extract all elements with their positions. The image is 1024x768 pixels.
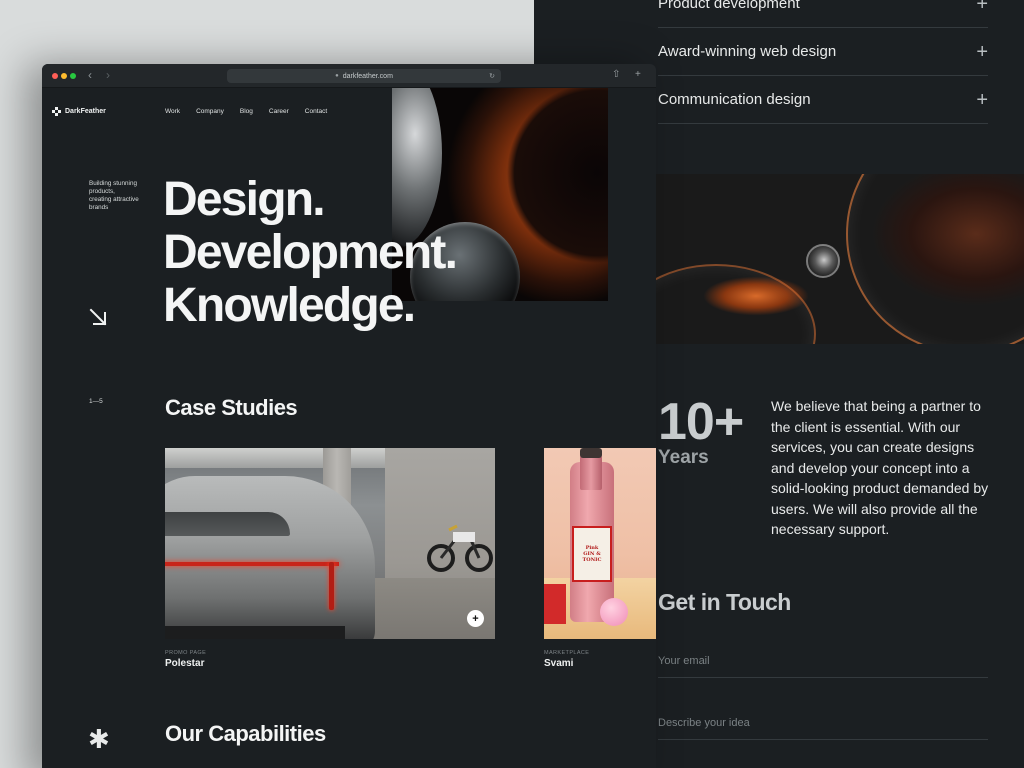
- card-title-svami[interactable]: Svami: [544, 658, 573, 669]
- polestar-card-image[interactable]: +: [165, 448, 495, 639]
- nav-item-work[interactable]: Work: [165, 108, 180, 115]
- reload-icon[interactable]: ↻: [489, 72, 495, 80]
- capabilities-title: Our Capabilities: [165, 721, 326, 746]
- close-window-dot[interactable]: [52, 73, 58, 79]
- brand-name: DarkFeather: [65, 108, 106, 115]
- card-title-polestar[interactable]: Polestar: [165, 658, 204, 669]
- svami-card-image[interactable]: Pink GIN & TONIC: [544, 448, 656, 639]
- about-paragraph: We believe that being a partner to the c…: [771, 398, 989, 537]
- accordion-item-web-design[interactable]: Award-winning web design +: [658, 28, 988, 76]
- accordion-label: Product development: [658, 0, 800, 12]
- new-tab-icon[interactable]: +: [635, 69, 641, 80]
- idea-input[interactable]: [658, 717, 988, 729]
- nav-item-career[interactable]: Career: [269, 108, 289, 115]
- lock-icon: ●: [335, 73, 339, 79]
- browser-window: ‹ › ● darkfeather.com ↻ ⇧ + DarkFeather …: [42, 64, 656, 768]
- share-icon[interactable]: ⇧: [612, 69, 620, 80]
- plus-icon[interactable]: +: [976, 0, 988, 14]
- email-field[interactable]: [658, 638, 988, 678]
- nav-item-company[interactable]: Company: [196, 108, 224, 115]
- bottle-label: Pink GIN & TONIC: [572, 526, 612, 582]
- abstract-bubbles-image: [656, 174, 1024, 344]
- hero-headline: Design. Development. Knowledge.: [163, 173, 458, 332]
- headline-line-knowledge: Knowledge.: [163, 279, 416, 332]
- zoom-window-dot[interactable]: [70, 73, 76, 79]
- case-studies-title: Case Studies: [165, 395, 298, 420]
- address-bar[interactable]: ● darkfeather.com ↻: [227, 69, 501, 83]
- headline-line-development: Development.: [163, 226, 458, 279]
- idea-field[interactable]: [658, 700, 988, 740]
- brand-logo[interactable]: DarkFeather: [52, 107, 106, 116]
- card-category-svami: MARKETPLACE: [544, 650, 590, 656]
- case-counter: 1—5: [89, 398, 103, 405]
- arrow-down-right-icon[interactable]: [88, 307, 108, 327]
- years-number: 10+: [658, 393, 744, 451]
- email-input[interactable]: [658, 655, 988, 667]
- plus-icon[interactable]: +: [976, 42, 988, 62]
- asterisk-icon: ✱: [88, 724, 110, 754]
- nav-item-blog[interactable]: Blog: [240, 108, 253, 115]
- card-category-polestar: PROMO PAGE: [165, 650, 207, 656]
- motorcycle-graphic: [427, 524, 493, 572]
- hero-tagline: Building stunning products, creating att…: [89, 180, 139, 211]
- minimize-window-dot[interactable]: [61, 73, 67, 79]
- main-nav: Work Company Blog Career Contact: [165, 108, 343, 115]
- headline-line-design: Design.: [163, 173, 326, 226]
- back-arrow-icon[interactable]: ‹: [88, 68, 92, 82]
- accordion-item-communication-design[interactable]: Communication design +: [658, 76, 988, 124]
- accordion-label: Award-winning web design: [658, 43, 837, 60]
- feather-logo-icon: [52, 107, 61, 116]
- contact-title: Get in Touch: [658, 589, 791, 615]
- plus-icon[interactable]: +: [976, 90, 988, 110]
- accordion-label: Communication design: [658, 91, 811, 108]
- bottle-label-line: TONIC: [582, 557, 602, 563]
- forward-arrow-icon[interactable]: ›: [106, 68, 110, 82]
- url-text: darkfeather.com: [342, 72, 393, 80]
- browser-toolbar: ‹ › ● darkfeather.com ↻ ⇧ +: [42, 64, 656, 88]
- nav-item-contact[interactable]: Contact: [305, 108, 327, 115]
- accordion-item-product-development[interactable]: Product development +: [658, 0, 988, 28]
- open-case-button[interactable]: +: [467, 610, 484, 627]
- years-label: Years: [658, 447, 709, 468]
